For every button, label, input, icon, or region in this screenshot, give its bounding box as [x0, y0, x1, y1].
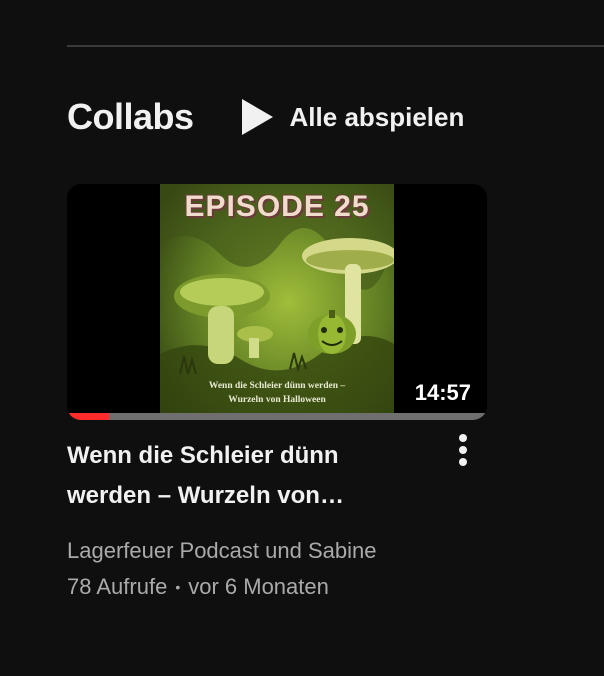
- episode-label: EPISODE 25: [184, 190, 370, 223]
- meta-separator: •: [175, 579, 181, 595]
- view-count: 78 Aufrufe: [67, 574, 168, 599]
- page: Collabs Alle abspielen EPISODE 25 Wenn d…: [0, 0, 604, 676]
- play-all-label: Alle abspielen: [289, 101, 465, 132]
- thumbnail-caption: Wenn die Schleier dünn werden – Wurzeln …: [160, 379, 394, 407]
- upload-age: vor 6 Monaten: [188, 574, 329, 599]
- duration-badge: 14:57: [408, 378, 477, 408]
- shelf-title: Collabs: [67, 96, 194, 137]
- channel-name[interactable]: Lagerfeuer Podcast und Sabine: [67, 538, 376, 564]
- video-thumbnail[interactable]: EPISODE 25 Wenn die Schleier dünn werden…: [67, 184, 487, 420]
- video-metadata: 78 Aufrufe • vor 6 Monaten: [67, 574, 329, 600]
- section-divider: [67, 45, 604, 47]
- caption-line-2: Wurzeln von Halloween: [228, 395, 326, 405]
- more-actions-button[interactable]: [450, 432, 476, 473]
- video-title[interactable]: Wenn die Schleier dünn werden – Wurzeln …: [67, 436, 407, 516]
- watch-progress-bar: [67, 413, 487, 420]
- shelf-header: Collabs Alle abspielen: [67, 94, 464, 140]
- watch-progress-fill: [67, 413, 109, 420]
- play-icon: [240, 98, 274, 136]
- play-all-button[interactable]: Alle abspielen: [240, 98, 465, 136]
- thumbnail-artwork: EPISODE 25 Wenn die Schleier dünn werden…: [160, 184, 398, 420]
- caption-line-1: Wenn die Schleier dünn werden –: [208, 381, 346, 391]
- more-vert-icon: [458, 432, 468, 473]
